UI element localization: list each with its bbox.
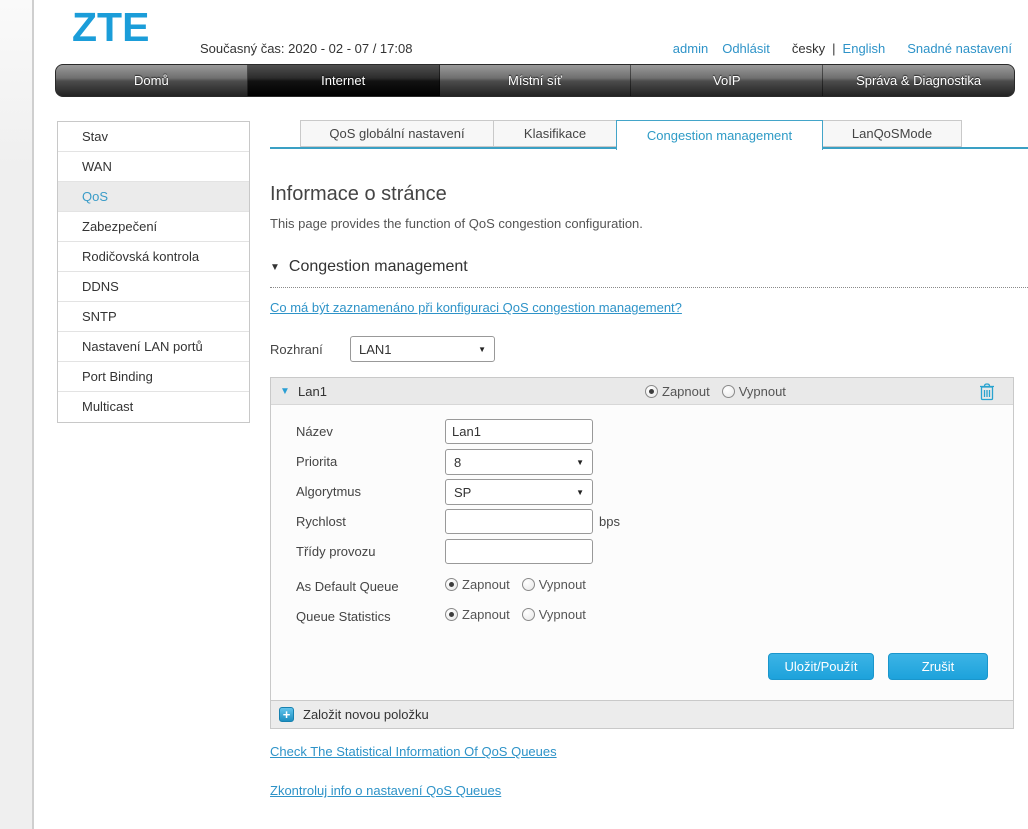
dropdown-arrow-icon: ▼ — [576, 488, 584, 497]
sidebar-item-stav[interactable]: Stav — [58, 122, 249, 152]
queue-group-header: ▼ Lan1 Zapnout Vypnout — [271, 378, 1013, 404]
sub-tabs: QoS globální nastavení Klasifikace Conge… — [300, 120, 962, 150]
rate-label: Rychlost — [296, 514, 346, 529]
sidebar-item-ddns[interactable]: DDNS — [58, 272, 249, 302]
traffic-classes-label: Třídy provozu — [296, 544, 375, 559]
user-link[interactable]: admin — [673, 41, 708, 56]
nav-item-home[interactable]: Domů — [56, 65, 248, 96]
default-queue-radios: Zapnout Vypnout — [445, 577, 598, 592]
language-current[interactable]: česky — [792, 41, 825, 56]
sidebar-item-lan-porty[interactable]: Nastavení LAN portů — [58, 332, 249, 362]
dropdown-arrow-icon: ▼ — [576, 458, 584, 467]
priority-select[interactable]: 8 ▼ — [445, 449, 593, 475]
interface-select[interactable]: LAN1 ▼ — [350, 336, 495, 362]
queue-enable-off-radio[interactable] — [722, 385, 735, 398]
page-title: Informace o stránce — [270, 183, 447, 206]
section-header[interactable]: ▼ Congestion management — [270, 258, 468, 276]
add-icon: + — [279, 707, 294, 722]
add-new-item-row[interactable]: + Založit novou položku — [271, 700, 1013, 728]
language-separator: | — [832, 41, 835, 56]
priority-label: Priorita — [296, 454, 337, 469]
section-divider — [270, 287, 1028, 288]
logout-link[interactable]: Odhlásit — [722, 41, 770, 56]
queue-statistics-radios: Zapnout Vypnout — [445, 607, 598, 622]
queue-statistics-label: Queue Statistics — [296, 609, 391, 624]
congestion-help-link[interactable]: Co má být zaznamenáno při konfiguraci Qo… — [270, 300, 682, 315]
main-nav: Domů Internet Místní síť VoIP Správa & D… — [55, 64, 1015, 97]
trash-icon — [979, 382, 995, 401]
nav-item-management-diagnostics[interactable]: Správa & Diagnostika — [823, 65, 1014, 96]
queue-enable-on-label: Zapnout — [662, 384, 710, 399]
default-queue-off-label: Vypnout — [539, 577, 586, 592]
queue-group: ▼ Lan1 Zapnout Vypnout Název Priorita 8 … — [270, 377, 1014, 729]
priority-select-value: 8 — [454, 455, 461, 470]
sidebar-item-wan[interactable]: WAN — [58, 152, 249, 182]
queue-enable-off-label: Vypnout — [739, 384, 786, 399]
default-queue-label: As Default Queue — [296, 579, 399, 594]
dropdown-arrow-icon: ▼ — [478, 345, 486, 354]
cancel-button[interactable]: Zrušit — [888, 653, 988, 680]
nav-item-voip[interactable]: VoIP — [631, 65, 823, 96]
sidebar-item-zabezpeceni[interactable]: Zabezpečení — [58, 212, 249, 242]
sidebar: Stav WAN QoS Zabezpečení Rodičovská kont… — [57, 121, 250, 423]
sidebar-item-qos[interactable]: QoS — [58, 182, 249, 212]
language-english-link[interactable]: English — [843, 41, 886, 56]
sidebar-item-rodicovska-kontrola[interactable]: Rodičovská kontrola — [58, 242, 249, 272]
zte-logo: ZTE — [72, 4, 149, 51]
rate-input[interactable] — [445, 509, 593, 534]
section-title: Congestion management — [289, 258, 468, 276]
sidebar-item-port-binding[interactable]: Port Binding — [58, 362, 249, 392]
chevron-down-icon: ▼ — [270, 262, 280, 273]
interface-label: Rozhraní — [270, 342, 323, 357]
algorithm-select-value: SP — [454, 485, 471, 500]
algorithm-select[interactable]: SP ▼ — [445, 479, 593, 505]
queue-statistics-on-radio[interactable] — [445, 608, 458, 621]
queue-statistics-off-radio[interactable] — [522, 608, 535, 621]
collapse-triangle-icon[interactable]: ▼ — [280, 386, 290, 397]
sidebar-item-multicast[interactable]: Multicast — [58, 392, 249, 422]
qos-statistics-link-cs[interactable]: Zkontroluj info o nastavení QoS Queues — [270, 783, 501, 798]
tab-qos-global[interactable]: QoS globální nastavení — [300, 120, 494, 147]
name-label: Název — [296, 424, 333, 439]
tab-congestion-management[interactable]: Congestion management — [616, 120, 823, 150]
rate-unit: bps — [599, 514, 620, 529]
algorithm-label: Algorytmus — [296, 484, 361, 499]
nav-item-internet[interactable]: Internet — [248, 65, 440, 96]
save-apply-button[interactable]: Uložit/Použít — [768, 653, 874, 680]
queue-enable-on-radio[interactable] — [645, 385, 658, 398]
easy-setup-link[interactable]: Snadné nastavení — [907, 41, 1012, 56]
queue-statistics-on-label: Zapnout — [462, 607, 510, 622]
name-input[interactable] — [445, 419, 593, 444]
default-queue-on-radio[interactable] — [445, 578, 458, 591]
sidebar-item-sntp[interactable]: SNTP — [58, 302, 249, 332]
add-new-item-label: Založit novou položku — [303, 707, 429, 722]
interface-select-value: LAN1 — [359, 342, 392, 357]
default-queue-on-label: Zapnout — [462, 577, 510, 592]
queue-enable-radios: Zapnout Vypnout — [645, 384, 798, 399]
traffic-classes-input[interactable] — [445, 539, 593, 564]
delete-queue-button[interactable] — [979, 382, 995, 406]
tab-klasifikace[interactable]: Klasifikace — [493, 120, 617, 147]
tab-lanqosmode[interactable]: LanQoSMode — [822, 120, 962, 147]
browser-gutter — [0, 0, 34, 829]
queue-title: Lan1 — [298, 384, 327, 399]
default-queue-off-radio[interactable] — [522, 578, 535, 591]
queue-form: Název Priorita 8 ▼ Algorytmus SP ▼ Rychl… — [271, 404, 1013, 700]
nav-item-local-network[interactable]: Místní síť — [440, 65, 632, 96]
page-description: This page provides the function of QoS c… — [270, 216, 643, 231]
queue-statistics-off-label: Vypnout — [539, 607, 586, 622]
qos-statistics-link-en[interactable]: Check The Statistical Information Of QoS… — [270, 744, 557, 759]
current-time: Současný čas: 2020 - 02 - 07 / 17:08 — [200, 41, 412, 56]
header-links: admin Odhlásit česky | English Snadné na… — [673, 41, 1012, 56]
